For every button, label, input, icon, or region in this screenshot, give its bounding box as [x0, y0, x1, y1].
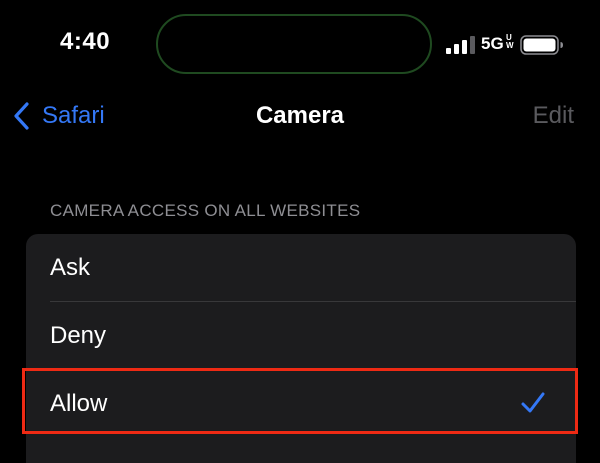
- dynamic-island: [156, 14, 432, 74]
- option-label: Deny: [50, 322, 107, 349]
- status-time: 4:40: [60, 28, 111, 55]
- option-allow[interactable]: Allow: [26, 370, 576, 437]
- cellular-signal-icon: [446, 36, 475, 54]
- option-label: Allow: [50, 390, 108, 417]
- status-bar: 4:40 5G UW: [0, 0, 600, 90]
- option-label: Ask: [50, 254, 91, 281]
- navigation-bar: Safari Camera Edit: [0, 90, 600, 142]
- checkmark-icon: [521, 392, 545, 413]
- section-header: CAMERA ACCESS ON ALL WEBSITES: [50, 201, 361, 220]
- page-title: Camera: [255, 102, 345, 129]
- network-suffix: UW: [506, 34, 514, 50]
- edit-button[interactable]: Edit: [533, 102, 574, 130]
- network-suffix-text: UW: [506, 33, 514, 50]
- option-deny[interactable]: Deny: [26, 302, 576, 369]
- camera-access-options: Ask Deny Allow: [26, 234, 576, 463]
- battery-icon: [520, 35, 563, 55]
- option-ask[interactable]: Ask: [26, 234, 576, 301]
- network-type: 5G: [481, 34, 504, 53]
